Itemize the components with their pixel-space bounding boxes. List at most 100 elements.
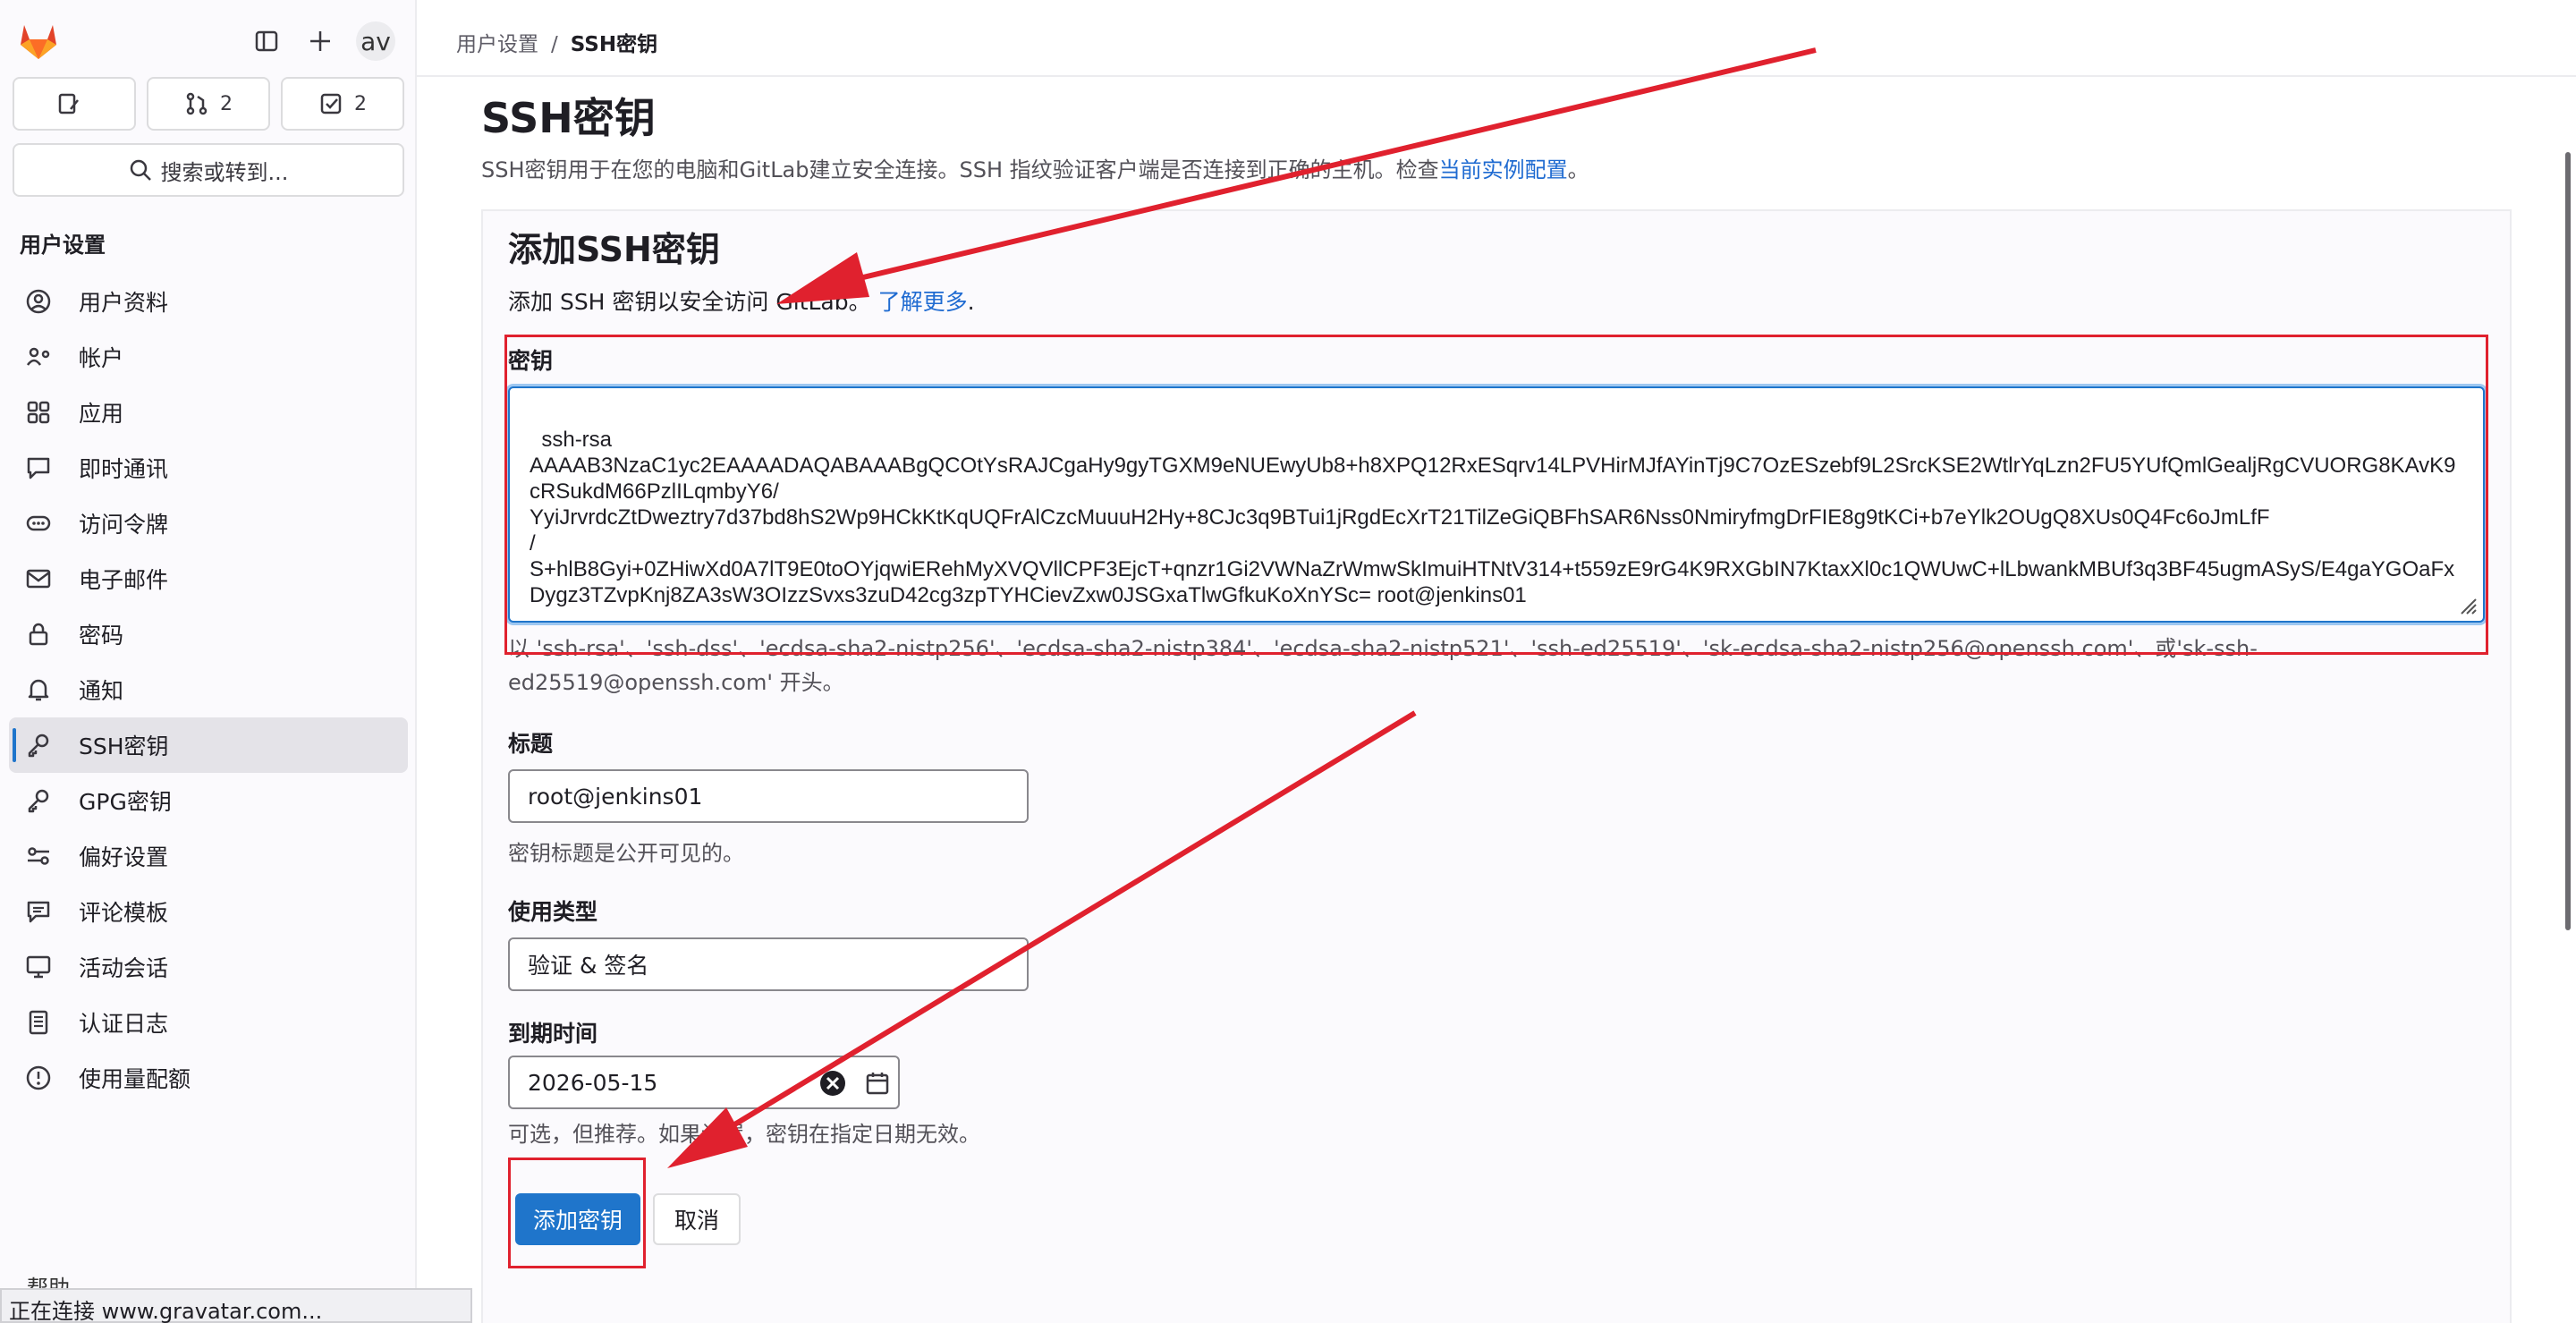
merge-requests-count-button[interactable]: 2 <box>147 77 270 131</box>
preferences-icon <box>23 841 54 871</box>
sidebar-item-emails[interactable]: 电子邮件 <box>9 551 408 606</box>
merge-request-icon <box>186 92 208 115</box>
sidebar-item-label: GPG密钥 <box>79 789 172 815</box>
plus-icon[interactable] <box>301 21 340 61</box>
key-hint: 以 'ssh-rsa'、'ssh-dss'、'ecdsa-sha2-nistp2… <box>508 636 2258 695</box>
monitor-icon <box>23 952 54 982</box>
search-button[interactable]: 搜索或转到... <box>13 143 404 197</box>
usage-type-select[interactable]: 验证 & 签名 <box>508 937 1029 991</box>
calendar-icon[interactable] <box>859 1064 896 1102</box>
browser-status-bar: 正在连接 www.gravatar.com... <box>0 1288 472 1323</box>
mail-icon <box>23 564 54 594</box>
sidebar-section-title: 用户设置 <box>20 233 106 258</box>
token-icon <box>23 508 54 539</box>
page-scrollbar[interactable] <box>2565 152 2571 930</box>
sidebar-item-applications[interactable]: 应用 <box>9 385 408 440</box>
sidebar-item-active-sessions[interactable]: 活动会话 <box>9 939 408 995</box>
avatar[interactable]: av <box>356 21 395 61</box>
sidebar-item-profile[interactable]: 用户资料 <box>9 274 408 329</box>
key-textarea[interactable]: ssh-rsa AAAAB3NzaC1yc2EAAAADAQABAAABgQCO… <box>508 386 2485 623</box>
sidebar-item-password[interactable]: 密码 <box>9 606 408 662</box>
form-description: 添加 SSH 密钥以安全访问 GitLab。 了解更多. <box>508 284 975 317</box>
lock-icon <box>23 619 54 649</box>
sidebar-item-label: 电子邮件 <box>79 567 169 593</box>
counts-row: 2 2 <box>13 77 404 131</box>
bell-icon <box>23 674 54 705</box>
issues-count-button[interactable] <box>13 77 136 131</box>
clear-icon[interactable] <box>818 1068 848 1098</box>
instance-config-link[interactable]: 当前实例配置 <box>1439 157 1568 182</box>
add-key-button[interactable]: 添加密钥 <box>515 1193 640 1245</box>
todo-icon <box>320 93 342 114</box>
log-icon <box>23 1007 54 1038</box>
sidebar: av 2 2 搜索或转到... 用户设置 用户资料 帐户 应用 即时通讯 访问令… <box>0 0 417 1323</box>
sidebar-item-label: 访问令牌 <box>79 512 169 538</box>
top-bar: 用户设置 / SSH密钥 <box>417 0 2576 77</box>
todos-count: 2 <box>354 92 367 115</box>
page-title: SSH密钥 <box>481 94 656 142</box>
title-label: 标题 <box>508 731 554 757</box>
sidebar-item-tokens[interactable]: 访问令牌 <box>9 496 408 551</box>
add-ssh-key-card <box>481 209 2512 1323</box>
expiry-label: 到期时间 <box>508 1021 598 1047</box>
sidebar-item-gpg-keys[interactable]: GPG密钥 <box>9 773 408 828</box>
sidebar-item-ssh-keys[interactable]: SSH密钥 <box>9 717 408 773</box>
page-description-text: SSH密钥用于在您的电脑和GitLab建立安全连接。SSH 指纹验证客户端是否连… <box>481 157 1439 182</box>
sidebar-item-label: SSH密钥 <box>79 734 169 759</box>
sidebar-item-label: 评论模板 <box>79 900 169 926</box>
breadcrumb-current[interactable]: SSH密钥 <box>571 33 657 56</box>
expiry-hint: 可选，但推荐。如果设置，密钥在指定日期无效。 <box>508 1122 980 1147</box>
title-input[interactable]: root@jenkins01 <box>508 769 1029 823</box>
sidebar-item-label: 通知 <box>79 678 124 704</box>
breadcrumb-parent[interactable]: 用户设置 <box>456 33 538 56</box>
usage-type-value: 验证 & 签名 <box>528 953 649 979</box>
sidebar-item-label: 应用 <box>79 401 124 427</box>
applications-icon <box>23 397 54 428</box>
form-title: 添加SSH密钥 <box>508 230 720 269</box>
sidebar-item-preferences[interactable]: 偏好设置 <box>9 828 408 884</box>
sidebar-item-label: 认证日志 <box>79 1011 169 1037</box>
sidebar-item-label: 密码 <box>79 623 124 649</box>
sidebar-nav: 用户资料 帐户 应用 即时通讯 访问令牌 电子邮件 密码 通知 SSH密钥 GP… <box>9 274 408 1106</box>
profile-icon <box>23 286 54 317</box>
resize-handle-icon[interactable] <box>2458 596 2478 615</box>
key-label: 密钥 <box>508 348 554 374</box>
sidebar-item-label: 用户资料 <box>79 290 169 316</box>
expiry-date-value: 2026-05-15 <box>528 1069 658 1096</box>
quota-icon <box>23 1063 54 1093</box>
learn-more-link[interactable]: 了解更多 <box>878 289 968 315</box>
key-textarea-value: ssh-rsa AAAAB3NzaC1yc2EAAAADAQABAAABgQCO… <box>530 428 2456 607</box>
search-icon <box>130 159 151 181</box>
account-icon <box>23 342 54 372</box>
sidebar-toggle-icon[interactable] <box>247 21 286 61</box>
cancel-button[interactable]: 取消 <box>653 1193 741 1245</box>
merge-requests-count: 2 <box>220 92 233 115</box>
learn-more-end: . <box>967 289 975 315</box>
sidebar-header: av <box>0 0 417 77</box>
sidebar-item-comment-templates[interactable]: 评论模板 <box>9 884 408 939</box>
title-input-value: root@jenkins01 <box>528 783 703 810</box>
sidebar-item-label: 偏好设置 <box>79 844 169 870</box>
sidebar-item-chat[interactable]: 即时通讯 <box>9 440 408 496</box>
title-hint: 密钥标题是公开可见的。 <box>508 841 744 866</box>
gitlab-logo-icon[interactable] <box>16 18 61 63</box>
search-label: 搜索或转到... <box>160 159 289 185</box>
sidebar-item-account[interactable]: 帐户 <box>9 329 408 385</box>
breadcrumb-separator: / <box>551 33 558 56</box>
key-icon <box>23 785 54 816</box>
chat-icon <box>23 453 54 483</box>
sidebar-item-notifications[interactable]: 通知 <box>9 662 408 717</box>
comment-icon <box>23 896 54 927</box>
sidebar-item-label: 即时通讯 <box>79 456 169 482</box>
issue-icon <box>58 93 79 114</box>
key-icon <box>23 730 54 760</box>
sidebar-item-label: 活动会话 <box>79 955 169 981</box>
sidebar-item-auth-log[interactable]: 认证日志 <box>9 995 408 1050</box>
sidebar-item-usage-quotas[interactable]: 使用量配额 <box>9 1050 408 1106</box>
usage-type-label: 使用类型 <box>508 899 598 925</box>
form-description-text: 添加 SSH 密钥以安全访问 GitLab。 <box>508 289 871 315</box>
page-description: SSH密钥用于在您的电脑和GitLab建立安全连接。SSH 指纹验证客户端是否连… <box>481 152 1589 183</box>
page-description-end: 。 <box>1567 157 1589 182</box>
sidebar-item-label: 使用量配额 <box>79 1066 191 1092</box>
todos-count-button[interactable]: 2 <box>281 77 404 131</box>
